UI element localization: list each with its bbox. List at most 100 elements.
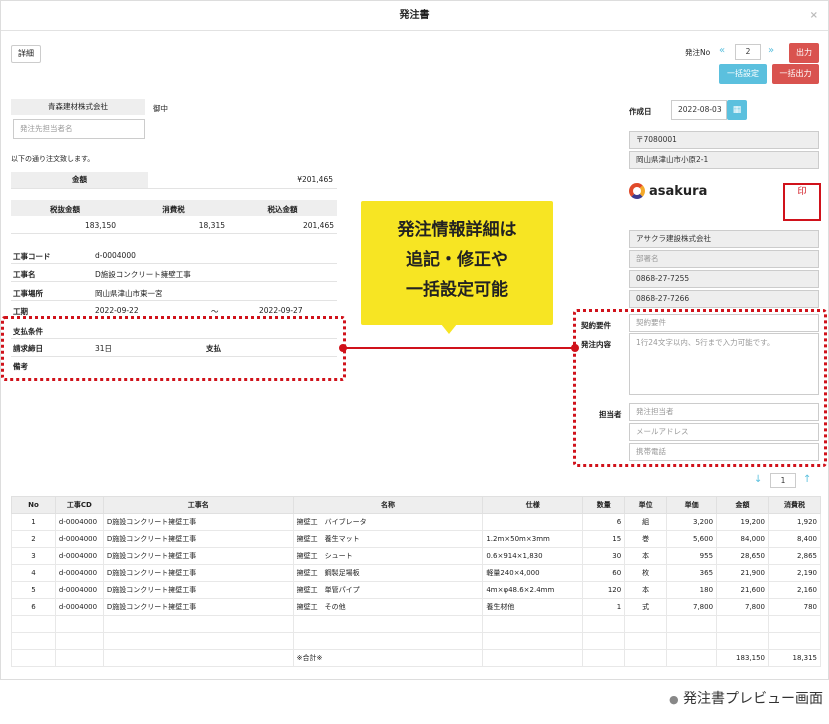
table-cell: 5 xyxy=(11,581,56,599)
recipient-company: 青森建材株式会社 xyxy=(11,99,145,115)
table-cell: 軽量240×4,000 xyxy=(482,564,584,582)
table-cell: D施設コンクリート擁壁工事 xyxy=(102,547,294,565)
row-rule xyxy=(11,263,337,264)
table-row[interactable]: 3 d-0004000 D施設コンクリート擁壁工事 擁壁工 シュート 0.6×914×1… xyxy=(11,547,821,565)
project-site-label: 工事場所 xyxy=(13,289,43,298)
table-cell: d-0004000 xyxy=(54,513,104,531)
col-amount: 金額 xyxy=(716,496,769,514)
empty-row xyxy=(11,615,821,633)
table-cell xyxy=(11,649,56,667)
consumption-tax-value: 18,315 xyxy=(198,221,225,230)
table-cell xyxy=(102,632,294,650)
table-cell: d-0004000 xyxy=(54,564,104,582)
table-cell: 4m×φ48.6×2.4mm xyxy=(482,581,584,599)
arrow-up-icon[interactable]: ↑ xyxy=(803,474,811,485)
bulk-output-button[interactable]: 一括出力 xyxy=(772,64,819,84)
caption: ● 発注書プレビュー画面 xyxy=(669,688,823,708)
project-code: d-0004000 xyxy=(95,251,136,260)
table-cell xyxy=(292,632,484,650)
table-cell: 2,865 xyxy=(768,547,821,565)
order-no-input[interactable]: 2 xyxy=(735,44,761,60)
window-title: 発注書 × xyxy=(1,1,828,31)
amount-label: 金額 xyxy=(11,172,148,188)
detail-button[interactable]: 詳細 xyxy=(11,45,41,63)
table-cell xyxy=(624,632,668,650)
table-row[interactable]: 2 d-0004000 D施設コンクリート擁壁工事 擁壁工 養生マット 1.2m×50m… xyxy=(11,530,821,548)
table-row[interactable]: 6 d-0004000 D施設コンクリート擁壁工事 擁壁工 その他 養生材他 1 式 7,80… xyxy=(11,598,821,616)
project-code-label: 工事コード xyxy=(13,252,51,261)
table-cell: 組 xyxy=(624,513,668,531)
bulk-settings-button[interactable]: 一括設定 xyxy=(719,64,767,84)
table-cell xyxy=(768,615,821,633)
table-cell: 本 xyxy=(624,581,668,599)
table-cell: 1,920 xyxy=(768,513,821,531)
highlight-left xyxy=(1,316,346,381)
total-tax: 18,315 xyxy=(768,649,821,667)
fax-field[interactable]: 0868-27-7266 xyxy=(629,290,819,308)
issuer-address[interactable]: 岡山県津山市小原2-1 xyxy=(629,151,819,169)
window-title-text: 発注書 xyxy=(399,10,430,21)
table-cell xyxy=(11,632,56,650)
asakura-logo-icon xyxy=(629,183,645,199)
table-cell: 巻 xyxy=(624,530,668,548)
table-cell: 擁壁工 養生マット xyxy=(292,530,484,548)
prev-page-icon[interactable]: « xyxy=(719,45,725,56)
table-cell: 5,600 xyxy=(666,530,718,548)
row-rule xyxy=(11,300,337,301)
table-cell: 1.2m×50m×3mm xyxy=(482,530,584,548)
close-icon[interactable]: × xyxy=(810,1,818,31)
calendar-icon[interactable]: ▦ xyxy=(727,100,747,120)
callout-line-1: 発注情報詳細は xyxy=(397,220,517,240)
tax-rule xyxy=(11,233,337,234)
table-cell: 15 xyxy=(582,530,626,548)
table-cell xyxy=(11,615,56,633)
table-cell: 6 xyxy=(582,513,626,531)
recipient-contact-placeholder: 発注先担当者名 xyxy=(20,124,73,133)
table-cell: D施設コンクリート擁壁工事 xyxy=(102,564,294,582)
department-input[interactable]: 部署名 xyxy=(629,250,819,268)
table-row[interactable]: 1 d-0004000 D施設コンクリート擁壁工事 擁壁工 バイブレータ 6 組 3,200… xyxy=(11,513,821,531)
callout-line-3: 一括設定可能 xyxy=(406,280,508,300)
col-qty: 数量 xyxy=(582,496,626,514)
callout-line-2: 追記・修正や xyxy=(406,250,508,270)
postal-code[interactable]: 〒7080001 xyxy=(629,131,819,149)
items-table: No 工事CD 工事名 名称 仕様 数量 単位 単価 金額 消費税 1 d-000… xyxy=(11,496,821,667)
table-cell xyxy=(666,615,718,633)
table-cell: 式 xyxy=(624,598,668,616)
table-body: 1 d-0004000 D施設コンクリート擁壁工事 擁壁工 バイブレータ 6 組 3,200… xyxy=(11,513,821,667)
issuer-company[interactable]: アサクラ建設株式会社 xyxy=(629,230,819,248)
tax-incl-header: 税込金額 xyxy=(267,205,298,214)
table-cell: 擁壁工 その他 xyxy=(292,598,484,616)
project-end-date: 2022-09-27 xyxy=(259,306,303,315)
row-rule xyxy=(11,281,337,282)
col-tax: 消費税 xyxy=(768,496,821,514)
col-no: No xyxy=(11,496,56,514)
project-name: D施設コンクリート擁壁工事 xyxy=(95,270,191,279)
callout-tail xyxy=(441,324,457,334)
page-input[interactable]: 1 xyxy=(770,473,796,488)
output-button[interactable]: 出力 xyxy=(789,43,819,63)
col-name: 名称 xyxy=(292,496,484,514)
project-name-label: 工事名 xyxy=(13,270,36,279)
connector-dot-right xyxy=(571,344,579,352)
table-cell: D施設コンクリート擁壁工事 xyxy=(102,581,294,599)
order-no-label: 発注No xyxy=(685,48,711,57)
table-cell: 60 xyxy=(582,564,626,582)
col-price: 単価 xyxy=(666,496,718,514)
highlight-right xyxy=(573,309,827,467)
next-page-icon[interactable]: » xyxy=(768,45,774,56)
table-cell: d-0004000 xyxy=(54,547,104,565)
table-cell: 養生材他 xyxy=(482,598,584,616)
table-row[interactable]: 5 d-0004000 D施設コンクリート擁壁工事 擁壁工 単管パイプ 4m×φ48.6… xyxy=(11,581,821,599)
callout-box: 発注情報詳細は 追記・修正や 一括設定可能 xyxy=(361,201,553,325)
table-cell xyxy=(482,615,584,633)
connector-dot-left xyxy=(339,344,347,352)
table-cell: 3 xyxy=(11,547,56,565)
caption-bullet: ● xyxy=(668,693,679,706)
arrow-down-icon[interactable]: ↓ xyxy=(754,474,762,485)
table-row[interactable]: 4 d-0004000 D施設コンクリート擁壁工事 擁壁工 鋼製足場板 軽量240×4,… xyxy=(11,564,821,582)
tax-excl-header: 税抜金額 xyxy=(50,205,80,214)
created-date-input[interactable]: 2022-08-03 xyxy=(671,100,727,120)
recipient-contact-input[interactable]: 発注先担当者名 xyxy=(13,119,145,139)
tel-field[interactable]: 0868-27-7255 xyxy=(629,270,819,288)
